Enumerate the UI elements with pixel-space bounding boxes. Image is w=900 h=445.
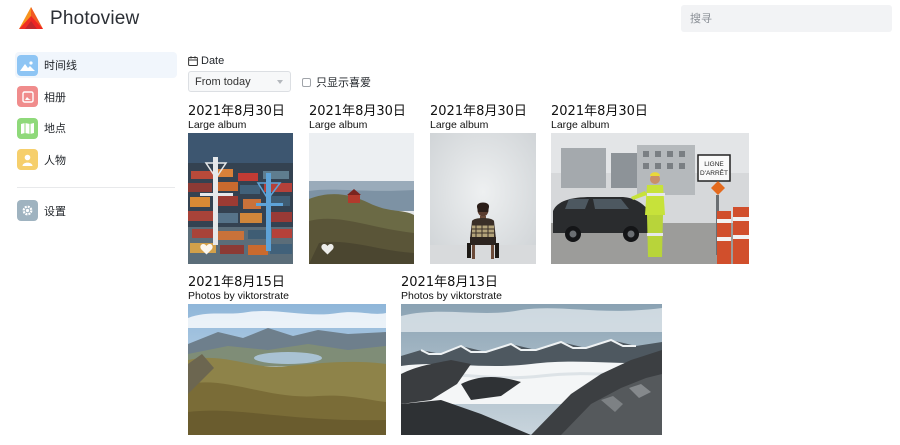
photoview-logo-icon[interactable] xyxy=(18,6,44,32)
media-thumbnail[interactable] xyxy=(309,133,414,264)
group-date: 2021年8月15日 xyxy=(188,275,285,290)
sidebar-item-label: 相册 xyxy=(44,90,66,104)
media-group: 2021年8月30日 Large album xyxy=(551,104,648,131)
favorite-heart-icon[interactable] xyxy=(321,243,334,255)
app-title[interactable]: Photoview xyxy=(50,8,139,30)
media-thumbnail[interactable] xyxy=(401,304,662,435)
group-album-title[interactable]: Photos by viktorstrate xyxy=(401,290,502,302)
media-thumbnail[interactable]: LIGNE D'ARRÊT xyxy=(551,133,749,264)
group-album-title[interactable]: Photos by viktorstrate xyxy=(188,290,289,302)
media-group: 2021年8月15日 Photos by viktorstrate xyxy=(188,275,289,302)
media-group: 2021年8月30日 Large album xyxy=(430,104,527,131)
sidebar-item-label: 人物 xyxy=(44,153,66,167)
sidebar-item-people[interactable]: 人物 xyxy=(15,147,177,173)
favorites-only-toggle[interactable]: 只显示喜爱 xyxy=(302,74,371,90)
calendar-icon xyxy=(188,56,198,66)
media-group: 2021年8月13日 Photos by viktorstrate xyxy=(401,275,502,302)
sidebar-item-label: 时间线 xyxy=(44,59,77,72)
group-date: 2021年8月30日 xyxy=(551,104,648,119)
date-filter-value: From today xyxy=(195,75,251,88)
group-date: 2021年8月13日 xyxy=(401,275,498,290)
sidebar-divider xyxy=(17,186,175,188)
settings-icon xyxy=(17,200,38,221)
app-root: Photoview 时间线 相册 地点 人物 xyxy=(0,0,900,445)
favorites-checkbox[interactable] xyxy=(302,77,311,87)
group-album-title[interactable]: Large album xyxy=(188,119,285,131)
media-group: 2021年8月30日 Large album xyxy=(188,104,285,131)
favorites-label: 只显示喜爱 xyxy=(316,76,371,89)
group-album-title[interactable]: Large album xyxy=(430,119,527,131)
sidebar-item-albums[interactable]: 相册 xyxy=(15,84,177,110)
sidebar-item-settings[interactable]: 设置 xyxy=(15,198,177,224)
search-input[interactable] xyxy=(681,5,892,32)
group-date: 2021年8月30日 xyxy=(309,104,406,119)
group-date: 2021年8月30日 xyxy=(188,104,285,119)
date-label-text: Date xyxy=(201,55,225,67)
sidebar: 时间线 相册 地点 人物 设置 xyxy=(15,52,177,229)
media-thumbnail[interactable] xyxy=(430,133,536,264)
albums-icon xyxy=(17,86,38,107)
timeline-icon xyxy=(17,54,38,76)
group-date: 2021年8月30日 xyxy=(430,104,527,119)
date-filter-label: Date xyxy=(188,55,224,67)
chevron-down-icon xyxy=(277,80,283,84)
favorite-heart-icon[interactable] xyxy=(200,243,213,255)
sidebar-item-places[interactable]: 地点 xyxy=(15,115,177,141)
date-filter-select[interactable]: From today xyxy=(188,71,291,92)
svg-text:LIGNE: LIGNE xyxy=(704,161,724,168)
media-thumbnail[interactable] xyxy=(188,133,293,264)
media-group: 2021年8月30日 Large album xyxy=(309,104,406,131)
sidebar-item-timeline[interactable]: 时间线 xyxy=(15,52,177,78)
sidebar-item-label: 设置 xyxy=(44,204,66,218)
group-album-title[interactable]: Large album xyxy=(309,119,406,131)
places-icon xyxy=(17,117,38,139)
svg-text:D'ARRÊT: D'ARRÊT xyxy=(700,168,728,177)
group-album-title[interactable]: Large album xyxy=(551,119,648,131)
media-thumbnail[interactable] xyxy=(188,304,386,435)
sidebar-item-label: 地点 xyxy=(44,122,66,135)
people-icon xyxy=(17,149,38,170)
